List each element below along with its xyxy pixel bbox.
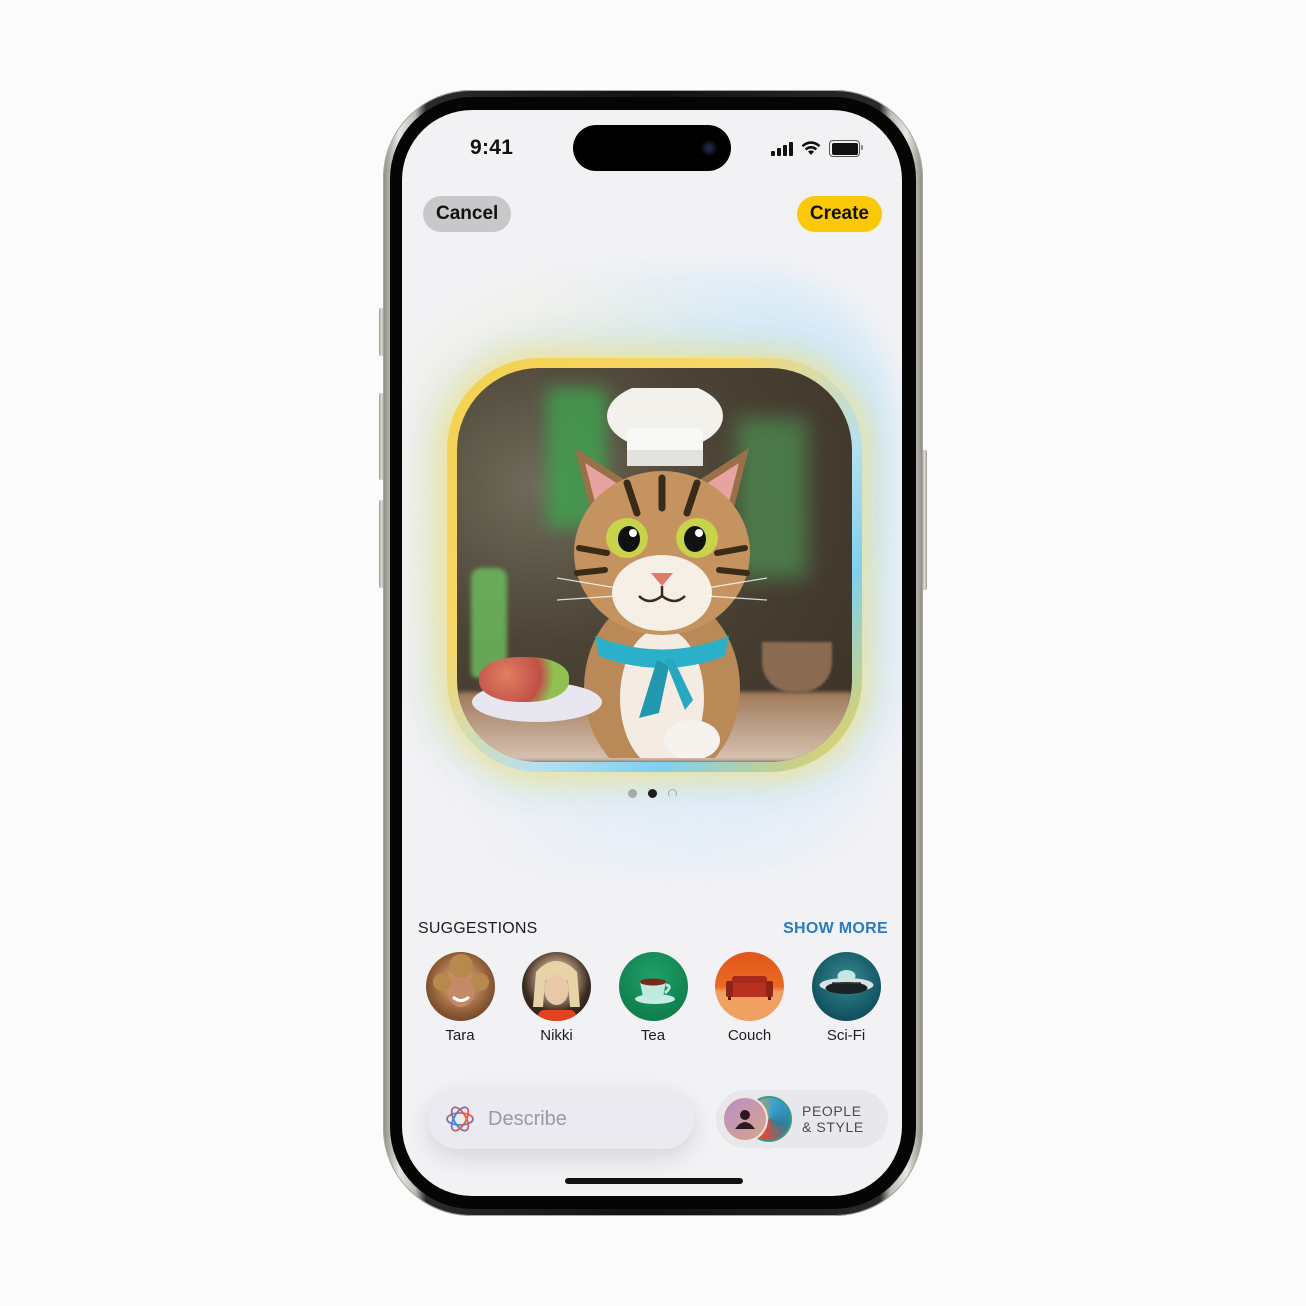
- home-indicator[interactable]: [565, 1178, 743, 1184]
- page-dot-2-current[interactable]: [647, 789, 657, 798]
- suggestion-label: Nikki: [540, 1027, 573, 1044]
- suggestion-couch[interactable]: Couch: [714, 952, 786, 1044]
- battery-icon: [829, 140, 863, 157]
- page-dot-1[interactable]: [627, 789, 637, 798]
- suggestion-tea[interactable]: Tea: [617, 952, 689, 1044]
- camera-icon: [701, 140, 717, 156]
- generated-image: [457, 368, 852, 762]
- tara-avatar: [425, 952, 495, 1021]
- suggestions-header: SUGGESTIONS SHOW MORE: [418, 920, 888, 938]
- people-style-line2: & STYLE: [802, 1119, 864, 1135]
- volume-down-button: [379, 500, 384, 588]
- nikki-avatar: [522, 952, 591, 1021]
- page-dot-3-loading-spinner-icon: [667, 789, 677, 798]
- phone-screen: 9:41 Cancel Create SUGGESTIONS SHOW MORE…: [402, 110, 902, 1196]
- suggestion-label: Sci-Fi: [826, 1027, 866, 1044]
- people-style-avatars: [722, 1096, 794, 1142]
- create-button[interactable]: Create: [796, 196, 882, 232]
- status-time: 9:41: [470, 136, 514, 159]
- suggestion-tara[interactable]: Tara: [424, 952, 496, 1044]
- people-style-button[interactable]: PEOPLE & STYLE: [716, 1090, 888, 1148]
- page-indicator[interactable]: [402, 789, 902, 798]
- ufo-icon: [811, 952, 881, 1021]
- volume-up-button: [379, 393, 384, 480]
- action-button: [379, 308, 384, 356]
- status-icons: [771, 140, 863, 157]
- person-icon: [722, 1096, 768, 1142]
- suggestion-nikki[interactable]: Nikki: [521, 952, 593, 1044]
- side-button: [922, 450, 927, 590]
- suggestion-label: Tea: [640, 1027, 666, 1044]
- suggestion-label: Couch: [727, 1027, 772, 1044]
- bottom-controls: Describe PEOPLE & STYLE: [428, 1088, 888, 1150]
- suggestions-title: SUGGESTIONS: [418, 920, 538, 937]
- show-more-button[interactable]: SHOW MORE: [783, 920, 888, 938]
- suggestion-sci-fi[interactable]: Sci-Fi: [810, 952, 882, 1044]
- wifi-icon: [801, 141, 821, 155]
- dynamic-island: [573, 125, 731, 171]
- image-playground-icon: [446, 1106, 474, 1132]
- couch-icon: [715, 952, 784, 1021]
- describe-placeholder: Describe: [488, 1107, 567, 1130]
- cancel-button[interactable]: Cancel: [423, 196, 512, 232]
- suggestions-list: Tara Nikki Tea Couch Sci-Fi: [424, 952, 882, 1044]
- describe-input[interactable]: Describe: [428, 1089, 694, 1149]
- people-style-line1: PEOPLE: [802, 1103, 862, 1119]
- generated-image-card[interactable]: [447, 358, 862, 772]
- cellular-signal-icon: [771, 141, 793, 156]
- suggestion-label: Tara: [445, 1027, 475, 1044]
- people-style-label: PEOPLE & STYLE: [802, 1103, 864, 1135]
- tea-cup-icon: [618, 952, 688, 1021]
